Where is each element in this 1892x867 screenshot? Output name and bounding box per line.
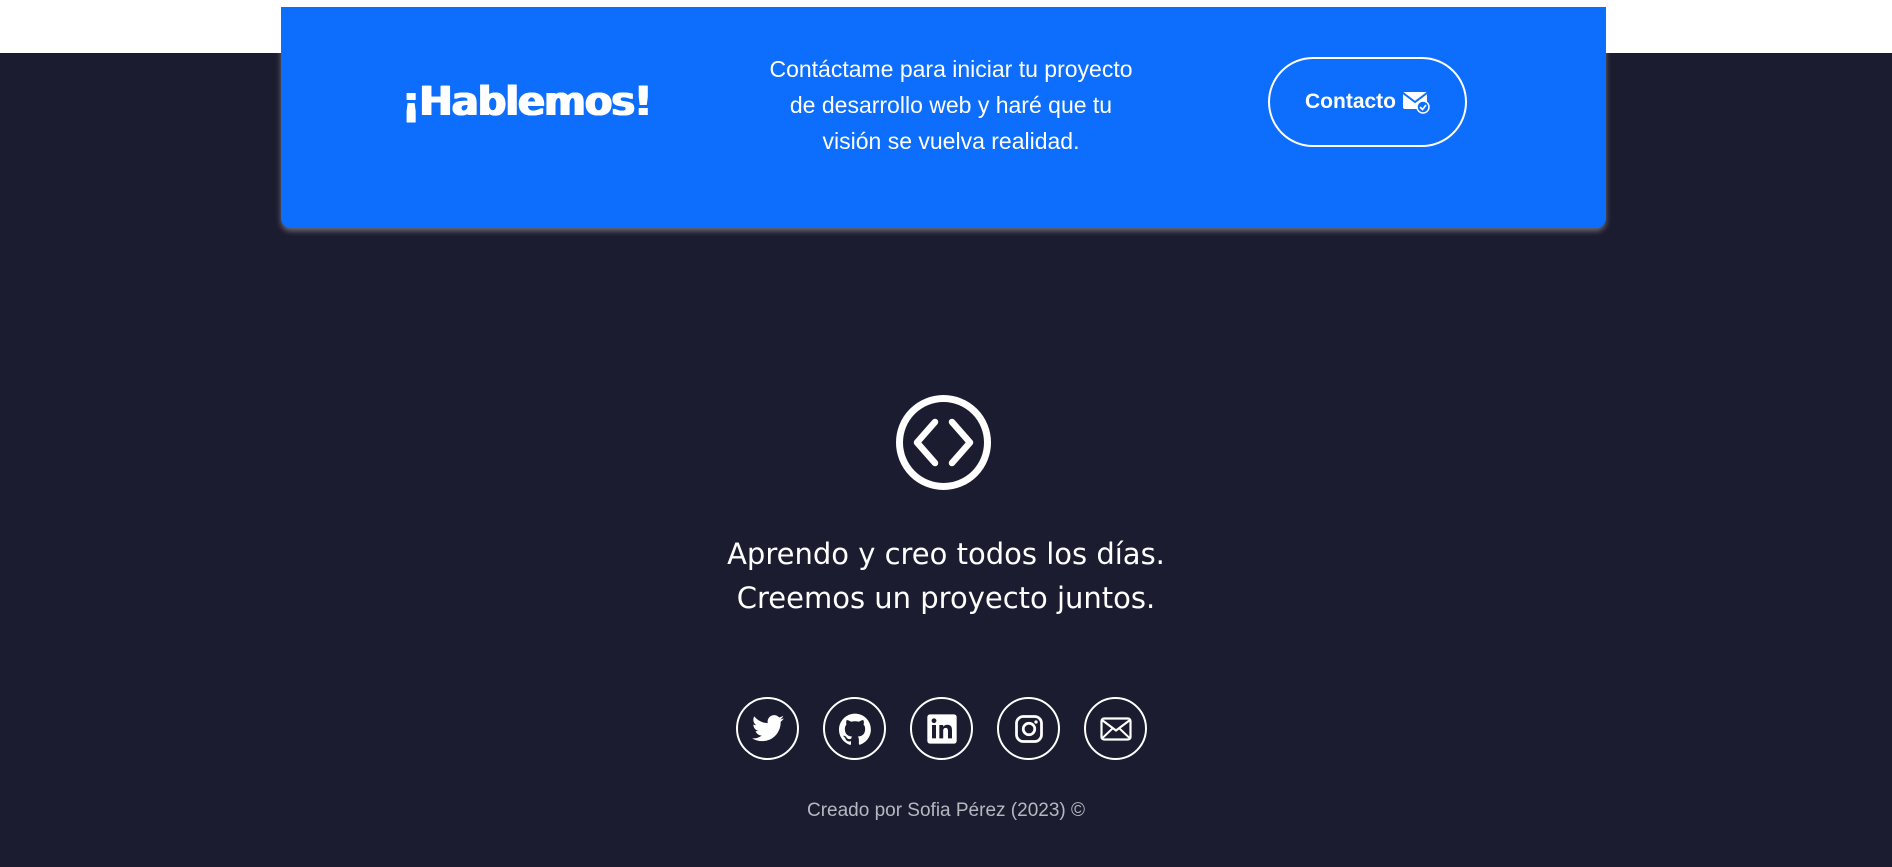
- twitter-icon: [751, 715, 784, 742]
- banner-text-line: Contáctame para iniciar tu proyecto: [769, 56, 1133, 82]
- linkedin-link[interactable]: [910, 697, 973, 760]
- page: ¡Hablemos! Contáctame para iniciar tu pr…: [0, 0, 1892, 867]
- linkedin-icon: [926, 713, 958, 745]
- github-link[interactable]: [823, 697, 886, 760]
- github-icon: [838, 713, 871, 745]
- contact-banner: ¡Hablemos! Contáctame para iniciar tu pr…: [281, 7, 1606, 228]
- social-links: [736, 697, 1147, 761]
- tagline-line: Aprendo y creo todos los días.: [727, 537, 1165, 571]
- footer-tagline: Aprendo y creo todos los días. Creemos u…: [646, 532, 1246, 620]
- contact-button[interactable]: Contacto: [1268, 57, 1467, 147]
- email-link[interactable]: [1084, 697, 1147, 760]
- code-circle-icon: [895, 394, 992, 491]
- email-icon: [1099, 716, 1132, 741]
- instagram-link[interactable]: [997, 697, 1060, 760]
- banner-description: Contáctame para iniciar tu proyecto de d…: [731, 51, 1171, 159]
- banner-text-line: de desarrollo web y haré que tu: [789, 92, 1113, 118]
- footer-credit: Creado por Sofia Pérez (2023) ©: [806, 800, 1086, 821]
- twitter-link[interactable]: [736, 697, 799, 760]
- envelope-check-icon: [1402, 90, 1430, 114]
- banner-text-line: visión se vuelva realidad.: [822, 128, 1080, 154]
- banner-title: ¡Hablemos!: [402, 79, 652, 125]
- instagram-icon: [1014, 714, 1044, 744]
- tagline-line: Creemos un proyecto juntos.: [736, 581, 1156, 615]
- contact-button-label: Contacto: [1305, 90, 1396, 113]
